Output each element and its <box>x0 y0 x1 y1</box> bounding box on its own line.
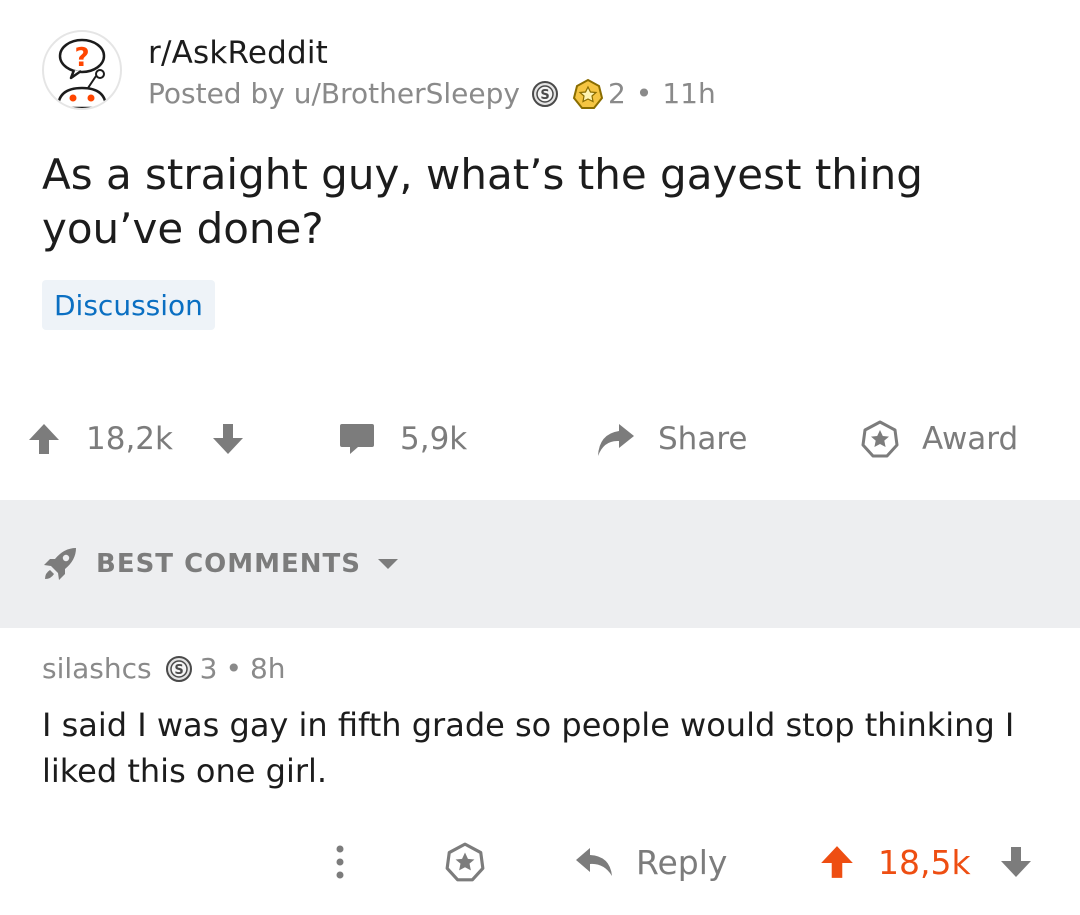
gold-award-icon <box>572 78 604 110</box>
comment-author[interactable]: silashcs <box>42 652 152 685</box>
share-label: Share <box>658 421 748 457</box>
arrow-down-icon <box>213 424 243 454</box>
upvote-button[interactable] <box>26 412 62 466</box>
award-label: Award <box>922 421 1019 457</box>
rocket-icon <box>44 548 76 580</box>
svg-text:S: S <box>174 663 183 678</box>
award-button[interactable]: Award <box>860 412 1018 466</box>
arrow-up-icon <box>821 846 853 878</box>
post-title[interactable]: As a straight guy, what’s the gayest thi… <box>42 148 1002 256</box>
post-meta: Posted by u/BrotherSleepy S 2 • 11h <box>148 76 716 112</box>
comment-sort-bar: BEST COMMENTS <box>0 500 1080 628</box>
silver-award-icon: S <box>530 79 560 109</box>
arrow-up-icon <box>29 424 59 454</box>
sort-label: BEST COMMENTS <box>96 549 362 579</box>
downvote-button[interactable] <box>210 412 246 466</box>
posted-by-prefix: Posted by <box>148 77 294 110</box>
post-time: 11h <box>662 77 716 110</box>
award-icon <box>445 842 485 882</box>
post-action-bar: 18,2k 5,9k Share Award <box>0 412 1080 466</box>
comment-award-count: 3 <box>199 652 218 685</box>
comment-action-bar: Reply 18,5k <box>0 836 1080 888</box>
comment-bubble-icon <box>340 424 374 454</box>
comment-body: I said I was gay in fifth grade so peopl… <box>42 706 1015 790</box>
svg-text:?: ? <box>74 43 89 73</box>
comment-score: 18,5k <box>878 842 971 882</box>
reply-label: Reply <box>636 842 728 882</box>
post-author[interactable]: u/BrotherSleepy <box>294 76 520 112</box>
post-flair[interactable]: Discussion <box>42 280 215 330</box>
chevron-down-icon <box>378 559 399 569</box>
post-award-count: 2 <box>607 77 626 110</box>
comment-award-button[interactable] <box>444 836 486 888</box>
more-vertical-icon <box>336 845 344 879</box>
comment-more-button[interactable] <box>330 836 350 888</box>
silver-award-icon: S <box>164 654 194 684</box>
comment-meta: silashcs S 3 • 8h <box>42 652 286 685</box>
subreddit-name[interactable]: r/AskReddit <box>148 34 716 72</box>
award-icon <box>861 420 899 458</box>
svg-text:S: S <box>540 88 549 103</box>
post-vote-count: 18,2k <box>86 421 173 457</box>
share-arrow-icon <box>598 424 634 456</box>
meta-separator: • <box>635 77 653 110</box>
comment-upvote-button[interactable] <box>818 836 856 888</box>
share-button[interactable]: Share <box>594 412 747 466</box>
reply-button[interactable]: Reply <box>574 836 727 888</box>
comment-time: 8h <box>249 652 286 685</box>
post-header: ? r/AskReddit Posted by u/BrotherSleepy … <box>42 30 716 110</box>
comment-count: 5,9k <box>400 421 468 457</box>
comment-meta-separator: • <box>225 652 242 685</box>
reply-arrow-icon <box>576 848 612 876</box>
askreddit-snoo-icon[interactable]: ? <box>42 30 122 110</box>
comments-button[interactable]: 5,9k <box>338 412 467 466</box>
arrow-down-icon <box>1001 847 1031 877</box>
comment-downvote-button[interactable] <box>998 836 1034 888</box>
comment-sort-dropdown[interactable]: BEST COMMENTS <box>42 546 399 582</box>
